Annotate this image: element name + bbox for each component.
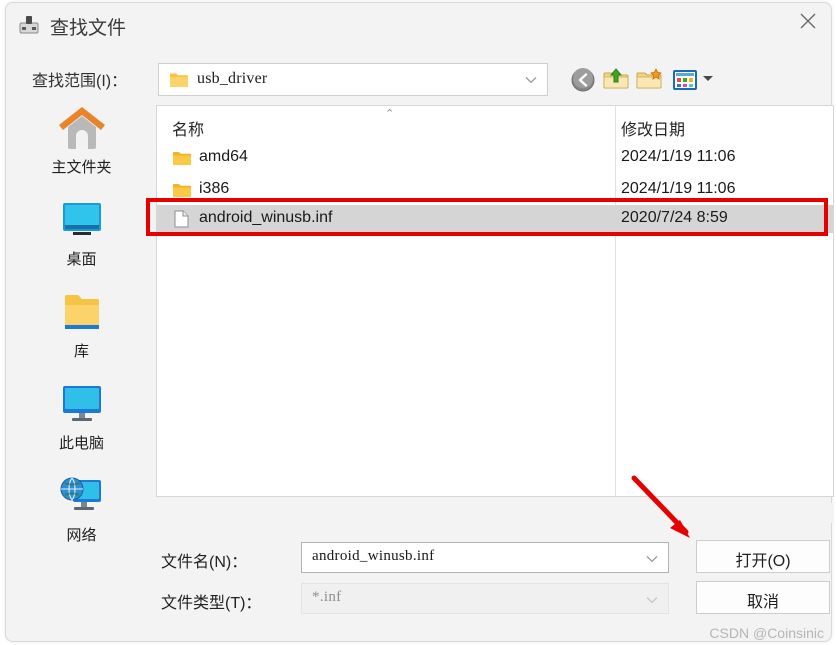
network-globe-icon bbox=[55, 471, 109, 521]
file-name-label: 文件名(N)： bbox=[161, 554, 248, 571]
file-name-value: android_winusb.inf bbox=[312, 548, 435, 564]
column-header-date[interactable]: 修改日期 bbox=[621, 116, 685, 140]
library-folder-icon bbox=[55, 287, 109, 337]
horizontal-scrollbar-track[interactable] bbox=[156, 503, 834, 523]
cancel-button[interactable]: 取消 bbox=[696, 581, 830, 614]
chevron-down-icon[interactable] bbox=[525, 76, 537, 84]
file-name: android_winusb.inf bbox=[199, 209, 333, 226]
view-menu-button[interactable] bbox=[671, 66, 699, 94]
file-name: amd64 bbox=[199, 148, 248, 165]
title-bar: 查找文件 bbox=[6, 3, 831, 47]
window-title: 查找文件 bbox=[50, 18, 127, 39]
close-button[interactable] bbox=[785, 3, 831, 37]
file-type-value: *.inf bbox=[312, 589, 342, 605]
look-in-value: usb_driver bbox=[197, 70, 268, 87]
look-in-label: 查找范围(I)： bbox=[32, 73, 128, 90]
sidebar-item-label: 库 bbox=[73, 343, 89, 360]
sidebar-item-label: 桌面 bbox=[66, 251, 97, 268]
sidebar-item-desktop[interactable]: 桌面 bbox=[12, 195, 151, 269]
sidebar-item-network[interactable]: 网络 bbox=[12, 471, 151, 545]
watermark-text: CSDN @Coinsinic bbox=[709, 625, 824, 641]
view-menu-caret-icon[interactable] bbox=[703, 76, 713, 81]
desktop-monitor-icon bbox=[55, 195, 109, 245]
file-date: 2020/7/24 8:59 bbox=[621, 209, 728, 226]
new-folder-button[interactable] bbox=[635, 66, 663, 94]
usb-device-icon bbox=[18, 15, 40, 35]
sidebar-item-label: 此电脑 bbox=[58, 435, 104, 452]
sidebar-item-home[interactable]: 主文件夹 bbox=[12, 103, 151, 177]
home-icon bbox=[55, 103, 109, 153]
table-row[interactable]: amd64 2024/1/19 11:06 bbox=[157, 144, 833, 172]
file-icon bbox=[172, 210, 192, 228]
sidebar-item-label: 主文件夹 bbox=[51, 159, 112, 176]
file-date: 2024/1/19 11:06 bbox=[621, 148, 736, 165]
folder-icon bbox=[172, 181, 192, 199]
table-row[interactable]: android_winusb.inf 2020/7/24 8:59 bbox=[157, 205, 833, 233]
file-name-input[interactable]: android_winusb.inf bbox=[301, 542, 669, 573]
open-button-label: 打开(O) bbox=[735, 553, 791, 570]
folder-icon bbox=[172, 149, 192, 167]
file-dialog-window: 查找文件 查找范围(I)： usb_driver 主文件夹 桌面 库 此电脑 网… bbox=[5, 2, 834, 642]
chevron-down-icon[interactable] bbox=[646, 596, 658, 604]
file-name: i386 bbox=[199, 180, 230, 197]
chevron-down-icon[interactable] bbox=[646, 555, 658, 563]
file-type-label: 文件类型(T)： bbox=[161, 595, 262, 612]
places-sidebar: 主文件夹 桌面 库 此电脑 网络 bbox=[12, 103, 151, 603]
table-row[interactable]: i386 2024/1/19 11:06 bbox=[157, 176, 833, 204]
open-button[interactable]: 打开(O) bbox=[696, 540, 830, 573]
sidebar-item-label: 网络 bbox=[66, 527, 97, 544]
look-in-combobox[interactable]: usb_driver bbox=[158, 63, 548, 96]
back-button[interactable] bbox=[569, 66, 597, 94]
sidebar-item-library[interactable]: 库 bbox=[12, 287, 151, 361]
sidebar-item-this-pc[interactable]: 此电脑 bbox=[12, 379, 151, 453]
up-folder-button[interactable] bbox=[602, 66, 630, 94]
file-date: 2024/1/19 11:06 bbox=[621, 180, 736, 197]
this-pc-monitor-icon bbox=[55, 379, 109, 429]
cancel-button-label: 取消 bbox=[746, 594, 779, 611]
file-list-pane[interactable]: ⌃ 名称 修改日期 amd64 2024/1/19 11:06 i386 202… bbox=[156, 105, 834, 497]
column-header-name[interactable]: 名称 bbox=[172, 116, 204, 140]
folder-icon bbox=[169, 71, 189, 88]
sort-ascending-icon: ⌃ bbox=[385, 108, 395, 120]
file-type-select[interactable]: *.inf bbox=[301, 583, 669, 614]
screenshot-root: 查找文件 查找范围(I)： usb_driver 主文件夹 桌面 库 此电脑 网… bbox=[0, 0, 836, 645]
